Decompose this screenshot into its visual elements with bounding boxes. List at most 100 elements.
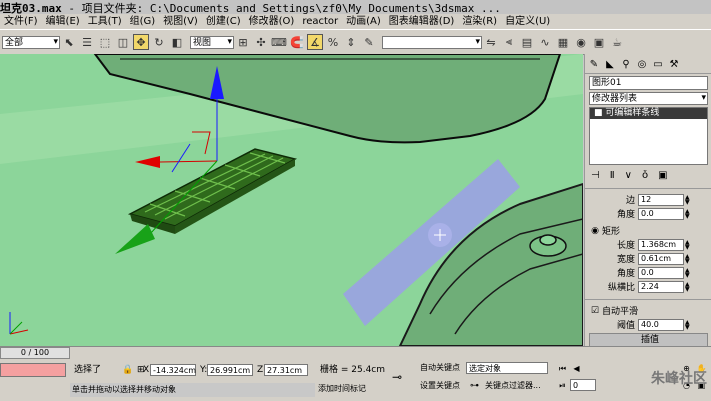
auto-smooth-checkbox[interactable]: ☑ [585,306,599,316]
selection-filter-dropdown[interactable]: 全部 [2,35,60,49]
material-editor-icon[interactable]: ◉ [573,34,589,50]
show-end-result-icon[interactable]: Ⅱ [610,170,615,181]
viewport-scene [0,54,583,346]
interpolation-rollout-head[interactable]: 插值 [589,333,708,347]
pin-stack-icon[interactable]: ⊣ [591,170,600,181]
angle1-spinner[interactable]: ▲ ▼ [685,208,690,219]
menu-rendering[interactable]: 渲染(R) [458,14,501,29]
motion-tab-icon[interactable]: ◎ [635,57,649,71]
percent-snap-icon[interactable]: % [325,34,341,50]
threshold-spinner[interactable]: ▲ ▼ [685,319,690,330]
select-object-icon[interactable]: ⬉ [61,34,77,50]
key-mode-dropdown[interactable]: 选定对象 [466,362,548,374]
aspect-spinner[interactable]: ▲ ▼ [685,281,690,292]
x-coord-field[interactable]: -14.324cm [150,364,196,376]
threshold-field[interactable]: 40.0 [638,318,684,331]
menu-modifiers[interactable]: 修改器(O) [245,14,299,29]
menu-animation[interactable]: 动画(A) [342,14,385,29]
angle2-spinner[interactable]: ▲ ▼ [685,267,690,278]
angle1-row: 角度 0.0 ▲ ▼ [585,207,711,220]
pivot-center-icon[interactable]: ⊞ [235,34,251,50]
angle1-label: 角度 [616,210,635,220]
current-frame-value: 0 [573,381,579,390]
stack-item-editable-spline[interactable]: ■ 可编辑样条线 [590,108,707,119]
select-rotate-icon[interactable]: ↻ [151,34,167,50]
create-tab-icon[interactable]: ✎ [587,57,601,71]
menu-edit[interactable]: 编辑(E) [42,14,84,29]
modifier-list-dropdown[interactable]: 修改器列表 [589,92,708,105]
prev-frame-icon[interactable]: ◀ [570,362,583,375]
add-time-tag[interactable]: 添加时间标记 [318,383,366,395]
menu-group[interactable]: 组(G) [126,14,160,29]
render-scene-icon[interactable]: ▣ [591,34,607,50]
angle2-field[interactable]: 0.0 [638,266,684,279]
select-by-name-icon[interactable]: ☰ [79,34,95,50]
selection-filter-value: 全部 [5,37,24,48]
edge-spinner[interactable]: ▲ ▼ [685,194,690,205]
window-crossing-icon[interactable]: ◫ [115,34,131,50]
modify-tab-icon[interactable]: ◣ [603,57,617,71]
object-name-field[interactable]: 图形01 [589,76,708,90]
layer-manager-icon[interactable]: ▤ [519,34,535,50]
align-icon[interactable]: ⫷ [501,34,517,50]
key-filters-button[interactable]: 关键点过滤器... [485,380,541,392]
go-to-start-icon[interactable]: ⏮ [556,362,569,375]
select-move-icon[interactable]: ✥ [133,34,149,50]
edge-row: 边 12 ▲ ▼ [585,193,711,206]
reference-coord-dropdown[interactable]: 视图 [190,35,234,49]
set-key-icon[interactable]: ⊸ [392,371,402,383]
remove-modifier-icon[interactable]: ǒ [642,170,648,181]
rect-select-region-icon[interactable]: ⬚ [97,34,113,50]
curve-editor-icon[interactable]: ∿ [537,34,553,50]
angle1-field[interactable]: 0.0 [638,207,684,220]
schematic-view-icon[interactable]: ▦ [555,34,571,50]
menu-tools[interactable]: 工具(T) [84,14,126,29]
length-spinner[interactable]: ▲ ▼ [685,239,690,250]
selected-object-value: 选定对象 [469,364,501,373]
keyboard-shortcut-icon[interactable]: ⌨ [271,34,287,50]
select-scale-icon[interactable]: ◧ [169,34,185,50]
menu-file[interactable]: 文件(F) [0,14,42,29]
utilities-tab-icon[interactable]: ⚒ [667,57,681,71]
aspect-field[interactable]: 2.24 [638,280,684,293]
quick-render-icon[interactable]: ☕ [609,34,625,50]
snap-toggle-icon[interactable]: 🧲 [289,34,305,50]
threshold-row: 阈值 40.0 ▲ ▼ [585,318,711,331]
display-tab-icon[interactable]: ▭ [651,57,665,71]
menu-reactor[interactable]: reactor [298,14,342,29]
select-manipulate-icon[interactable]: ✣ [253,34,269,50]
angle-snap-icon[interactable]: ∡ [307,34,323,50]
rect-radio[interactable]: ◉ [585,226,599,236]
key-mode-icon[interactable]: ⏯ [556,379,569,392]
modifier-stack: ■ 可编辑样条线 [589,107,708,165]
y-coord-field[interactable]: 26.991cm [207,364,253,376]
stack-tools: ⊣ Ⅱ ∨ ǒ ▣ [585,167,711,184]
mirror-icon[interactable]: ⇋ [483,34,499,50]
maxscript-listener[interactable] [0,363,66,377]
main-toolbar: 全部 ⬉ ☰ ⬚ ◫ ✥ ↻ ◧ 视图 ⊞ ✣ ⌨ 🧲 ∡ % ⇕ ✎ ⇋ ⫷ … [0,29,711,55]
lock-selection-icon[interactable]: 🔒 [122,364,133,376]
auto-key-button[interactable]: 自动关键点 [420,362,460,374]
configure-sets-icon[interactable]: ▣ [658,170,667,181]
menu-customize[interactable]: 自定义(U) [501,14,554,29]
width-field[interactable]: 0.61cm [638,252,684,265]
frame-counter: 0 / 100 [20,348,50,357]
perspective-viewport[interactable] [0,54,583,346]
menu-views[interactable]: 视图(V) [159,14,202,29]
length-field[interactable]: 1.368cm [638,238,684,251]
time-slider[interactable]: 0 / 100 [0,347,70,359]
width-spinner[interactable]: ▲ ▼ [685,253,690,264]
spinner-snap-icon[interactable]: ⇕ [343,34,359,50]
set-key-button[interactable]: 设置关键点 [420,380,460,392]
menu-create[interactable]: 创建(C) [202,14,245,29]
menu-graph-editors[interactable]: 图表编辑器(D) [385,14,459,29]
z-coord-field[interactable]: 27.31cm [264,364,308,376]
edge-field[interactable]: 12 [638,193,684,206]
edit-named-selection-icon[interactable]: ✎ [361,34,377,50]
hierarchy-tab-icon[interactable]: ⚲ [619,57,633,71]
current-frame-field[interactable]: 0 [570,379,596,391]
selection-status: 选择了 [74,365,102,375]
make-unique-icon[interactable]: ∨ [625,170,632,181]
named-selection-dropdown[interactable] [382,35,482,49]
stack-item-label: 可编辑样条线 [605,108,660,118]
